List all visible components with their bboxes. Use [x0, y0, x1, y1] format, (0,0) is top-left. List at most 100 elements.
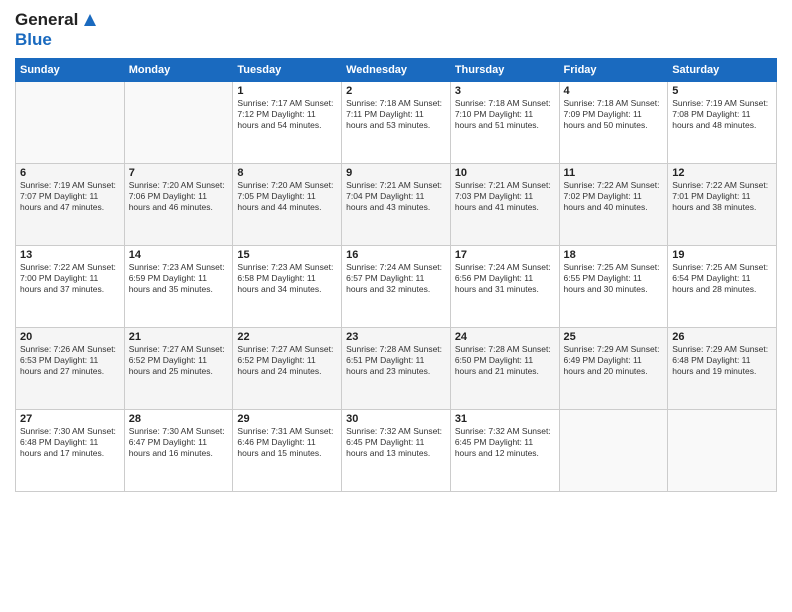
cell-info: Sunrise: 7:30 AM Sunset: 6:48 PM Dayligh… — [20, 426, 120, 460]
day-number: 14 — [129, 249, 229, 261]
day-number: 24 — [455, 331, 555, 343]
calendar-table: SundayMondayTuesdayWednesdayThursdayFrid… — [15, 58, 777, 492]
weekday-header: Saturday — [668, 58, 777, 81]
calendar-cell: 15Sunrise: 7:23 AM Sunset: 6:58 PM Dayli… — [233, 245, 342, 327]
weekday-header: Sunday — [16, 58, 125, 81]
calendar-cell: 17Sunrise: 7:24 AM Sunset: 6:56 PM Dayli… — [450, 245, 559, 327]
calendar-cell: 12Sunrise: 7:22 AM Sunset: 7:01 PM Dayli… — [668, 163, 777, 245]
day-number: 28 — [129, 413, 229, 425]
calendar-cell: 2Sunrise: 7:18 AM Sunset: 7:11 PM Daylig… — [342, 81, 451, 163]
day-number: 15 — [237, 249, 337, 261]
cell-info: Sunrise: 7:28 AM Sunset: 6:50 PM Dayligh… — [455, 344, 555, 378]
calendar-cell: 29Sunrise: 7:31 AM Sunset: 6:46 PM Dayli… — [233, 409, 342, 491]
cell-info: Sunrise: 7:24 AM Sunset: 6:56 PM Dayligh… — [455, 262, 555, 296]
cell-info: Sunrise: 7:19 AM Sunset: 7:08 PM Dayligh… — [672, 98, 772, 132]
day-number: 3 — [455, 85, 555, 97]
calendar-cell: 8Sunrise: 7:20 AM Sunset: 7:05 PM Daylig… — [233, 163, 342, 245]
calendar-cell: 1Sunrise: 7:17 AM Sunset: 7:12 PM Daylig… — [233, 81, 342, 163]
day-number: 21 — [129, 331, 229, 343]
cell-info: Sunrise: 7:31 AM Sunset: 6:46 PM Dayligh… — [237, 426, 337, 460]
day-number: 25 — [564, 331, 664, 343]
day-number: 20 — [20, 331, 120, 343]
calendar-cell: 4Sunrise: 7:18 AM Sunset: 7:09 PM Daylig… — [559, 81, 668, 163]
day-number: 7 — [129, 167, 229, 179]
day-number: 17 — [455, 249, 555, 261]
cell-info: Sunrise: 7:25 AM Sunset: 6:54 PM Dayligh… — [672, 262, 772, 296]
cell-info: Sunrise: 7:26 AM Sunset: 6:53 PM Dayligh… — [20, 344, 120, 378]
calendar-cell: 10Sunrise: 7:21 AM Sunset: 7:03 PM Dayli… — [450, 163, 559, 245]
cell-info: Sunrise: 7:27 AM Sunset: 6:52 PM Dayligh… — [237, 344, 337, 378]
day-number: 30 — [346, 413, 446, 425]
cell-info: Sunrise: 7:30 AM Sunset: 6:47 PM Dayligh… — [129, 426, 229, 460]
calendar-cell: 30Sunrise: 7:32 AM Sunset: 6:45 PM Dayli… — [342, 409, 451, 491]
day-number: 26 — [672, 331, 772, 343]
day-number: 29 — [237, 413, 337, 425]
logo-arrow-icon — [80, 10, 100, 30]
day-number: 18 — [564, 249, 664, 261]
cell-info: Sunrise: 7:23 AM Sunset: 6:59 PM Dayligh… — [129, 262, 229, 296]
day-number: 16 — [346, 249, 446, 261]
calendar-cell: 27Sunrise: 7:30 AM Sunset: 6:48 PM Dayli… — [16, 409, 125, 491]
day-number: 9 — [346, 167, 446, 179]
calendar-header-row: SundayMondayTuesdayWednesdayThursdayFrid… — [16, 58, 777, 81]
cell-info: Sunrise: 7:25 AM Sunset: 6:55 PM Dayligh… — [564, 262, 664, 296]
calendar-cell: 13Sunrise: 7:22 AM Sunset: 7:00 PM Dayli… — [16, 245, 125, 327]
calendar-cell: 5Sunrise: 7:19 AM Sunset: 7:08 PM Daylig… — [668, 81, 777, 163]
day-number: 5 — [672, 85, 772, 97]
calendar-week-row: 6Sunrise: 7:19 AM Sunset: 7:07 PM Daylig… — [16, 163, 777, 245]
calendar-week-row: 20Sunrise: 7:26 AM Sunset: 6:53 PM Dayli… — [16, 327, 777, 409]
calendar-cell: 14Sunrise: 7:23 AM Sunset: 6:59 PM Dayli… — [124, 245, 233, 327]
cell-info: Sunrise: 7:20 AM Sunset: 7:06 PM Dayligh… — [129, 180, 229, 214]
day-number: 13 — [20, 249, 120, 261]
day-number: 22 — [237, 331, 337, 343]
calendar-cell: 19Sunrise: 7:25 AM Sunset: 6:54 PM Dayli… — [668, 245, 777, 327]
weekday-header: Friday — [559, 58, 668, 81]
day-number: 27 — [20, 413, 120, 425]
day-number: 10 — [455, 167, 555, 179]
weekday-header: Monday — [124, 58, 233, 81]
cell-info: Sunrise: 7:29 AM Sunset: 6:49 PM Dayligh… — [564, 344, 664, 378]
cell-info: Sunrise: 7:24 AM Sunset: 6:57 PM Dayligh… — [346, 262, 446, 296]
weekday-header: Wednesday — [342, 58, 451, 81]
cell-info: Sunrise: 7:21 AM Sunset: 7:03 PM Dayligh… — [455, 180, 555, 214]
logo-blue: Blue — [15, 30, 52, 50]
calendar-cell: 21Sunrise: 7:27 AM Sunset: 6:52 PM Dayli… — [124, 327, 233, 409]
cell-info: Sunrise: 7:22 AM Sunset: 7:02 PM Dayligh… — [564, 180, 664, 214]
logo-graphic: General Blue — [15, 10, 100, 50]
calendar-cell: 11Sunrise: 7:22 AM Sunset: 7:02 PM Dayli… — [559, 163, 668, 245]
logo-general: General — [15, 10, 78, 30]
calendar-body: 1Sunrise: 7:17 AM Sunset: 7:12 PM Daylig… — [16, 81, 777, 491]
cell-info: Sunrise: 7:23 AM Sunset: 6:58 PM Dayligh… — [237, 262, 337, 296]
logo: General Blue — [15, 10, 100, 50]
cell-info: Sunrise: 7:29 AM Sunset: 6:48 PM Dayligh… — [672, 344, 772, 378]
cell-info: Sunrise: 7:19 AM Sunset: 7:07 PM Dayligh… — [20, 180, 120, 214]
cell-info: Sunrise: 7:27 AM Sunset: 6:52 PM Dayligh… — [129, 344, 229, 378]
day-number: 8 — [237, 167, 337, 179]
cell-info: Sunrise: 7:22 AM Sunset: 7:00 PM Dayligh… — [20, 262, 120, 296]
calendar-cell: 20Sunrise: 7:26 AM Sunset: 6:53 PM Dayli… — [16, 327, 125, 409]
weekday-header: Thursday — [450, 58, 559, 81]
day-number: 1 — [237, 85, 337, 97]
calendar-cell: 22Sunrise: 7:27 AM Sunset: 6:52 PM Dayli… — [233, 327, 342, 409]
cell-info: Sunrise: 7:17 AM Sunset: 7:12 PM Dayligh… — [237, 98, 337, 132]
calendar-cell: 6Sunrise: 7:19 AM Sunset: 7:07 PM Daylig… — [16, 163, 125, 245]
cell-info: Sunrise: 7:18 AM Sunset: 7:10 PM Dayligh… — [455, 98, 555, 132]
cell-info: Sunrise: 7:21 AM Sunset: 7:04 PM Dayligh… — [346, 180, 446, 214]
calendar-cell — [124, 81, 233, 163]
calendar-cell — [559, 409, 668, 491]
calendar-cell: 25Sunrise: 7:29 AM Sunset: 6:49 PM Dayli… — [559, 327, 668, 409]
day-number: 11 — [564, 167, 664, 179]
day-number: 31 — [455, 413, 555, 425]
calendar-cell: 7Sunrise: 7:20 AM Sunset: 7:06 PM Daylig… — [124, 163, 233, 245]
calendar-cell: 9Sunrise: 7:21 AM Sunset: 7:04 PM Daylig… — [342, 163, 451, 245]
calendar-cell: 28Sunrise: 7:30 AM Sunset: 6:47 PM Dayli… — [124, 409, 233, 491]
calendar-cell: 31Sunrise: 7:32 AM Sunset: 6:45 PM Dayli… — [450, 409, 559, 491]
day-number: 19 — [672, 249, 772, 261]
calendar-week-row: 27Sunrise: 7:30 AM Sunset: 6:48 PM Dayli… — [16, 409, 777, 491]
cell-info: Sunrise: 7:18 AM Sunset: 7:11 PM Dayligh… — [346, 98, 446, 132]
day-number: 4 — [564, 85, 664, 97]
calendar-week-row: 13Sunrise: 7:22 AM Sunset: 7:00 PM Dayli… — [16, 245, 777, 327]
cell-info: Sunrise: 7:32 AM Sunset: 6:45 PM Dayligh… — [346, 426, 446, 460]
calendar-cell: 3Sunrise: 7:18 AM Sunset: 7:10 PM Daylig… — [450, 81, 559, 163]
day-number: 23 — [346, 331, 446, 343]
